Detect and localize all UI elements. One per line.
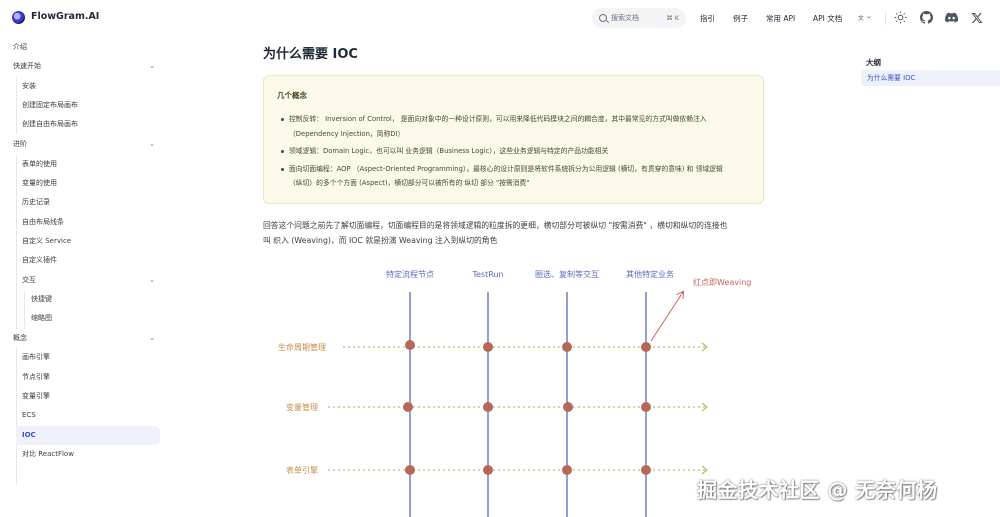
watermark: 掘金技术社区 @ 无奈何杨 [697, 478, 938, 502]
column-label-testrun: TestRun [471, 270, 503, 279]
column-label-interaction: 圈选、复制等交互 [535, 269, 599, 279]
tip-item-aop: 面向切面编程：AOP （Aspect-Oriented Programming）… [281, 162, 751, 191]
annotation-arrow [650, 292, 683, 342]
brand-name[interactable]: FlowGram.AI [31, 11, 99, 22]
sidebar-group-concepts[interactable]: 概念 ⌄ [0, 329, 170, 348]
concepts-tip-box: 几个概念 控制反转： Inversion of Control， 是面向对象中的… [263, 75, 764, 204]
weaving-dot [483, 342, 493, 352]
ioc-weaving-diagram: 特定流程节点 TestRun 圈选、复制等交互 其他特定业务 生命周期管理 变量… [278, 269, 751, 517]
sidebar-item-intro[interactable]: 介绍 [0, 38, 170, 57]
top-header: FlowGram.AI 搜索文档 ⌘ K 指引 例子 常用 API API 文档… [0, 0, 1000, 36]
weaving-dot [562, 342, 572, 352]
chevron-down-icon: ⌄ [149, 334, 155, 342]
page-title: 为什么需要 IOC [263, 47, 358, 62]
weaving-dot [641, 402, 651, 412]
search-icon [599, 14, 607, 22]
sidebar-item-install[interactable]: 安装 [0, 77, 170, 96]
sidebar-item-minimap[interactable]: 缩略图 [0, 309, 170, 328]
sidebar-group-interaction[interactable]: 交互 ⌄ [0, 271, 170, 290]
sidebar-item-ecs[interactable]: ECS [0, 406, 170, 425]
sidebar-item-variable-engine[interactable]: 变量引擎 [0, 387, 170, 406]
sidebar-item-fixed-layout[interactable]: 创建固定布局画布 [0, 96, 170, 115]
sidebar-item-custom-service[interactable]: 自定义 Service [0, 232, 170, 251]
weaving-dot [405, 340, 415, 350]
github-icon[interactable] [920, 11, 933, 24]
search-shortcut: ⌘ K [666, 14, 679, 22]
column-label-node: 特定流程节点 [386, 269, 434, 279]
discord-icon[interactable] [945, 11, 958, 24]
flowgram-logo-icon[interactable] [12, 11, 25, 24]
sidebar-item-history[interactable]: 历史记录 [0, 193, 170, 212]
sidebar-item-lines[interactable]: 自由布局线条 [0, 213, 170, 232]
outline-title: 大纲 [866, 58, 881, 67]
annotation-label: 红点即Weaving [693, 277, 751, 287]
sidebar-item-canvas-engine[interactable]: 画布引擎 [0, 348, 170, 367]
tip-item-domain-logic: 领域逻辑：Domain Logic，也可以叫 业务逻辑（Business Log… [281, 144, 751, 159]
tip-title: 几个概念 [277, 91, 307, 100]
translate-icon[interactable]: 文 [858, 11, 871, 24]
chevron-down-icon: ⌄ [149, 62, 155, 70]
sidebar-group-quickstart[interactable]: 快速开始 ⌄ [0, 57, 170, 76]
sidebar-item-node-engine[interactable]: 节点引擎 [0, 368, 170, 387]
sidebar-item-custom-plugin[interactable]: 自定义插件 [0, 251, 170, 270]
nav-api-docs[interactable]: API 文档 [813, 13, 842, 24]
row-label-lifecycle: 生命周期管理 [278, 342, 326, 352]
chevron-down-icon: ⌄ [149, 276, 155, 284]
sidebar-item-shortcuts[interactable]: 快捷键 [0, 290, 170, 309]
weaving-dot [403, 402, 413, 412]
header-divider [885, 12, 886, 25]
weaving-dot [483, 402, 493, 412]
row-label-variable: 变量管理 [286, 402, 318, 412]
weaving-dot [641, 342, 651, 352]
sidebar-item-ioc[interactable]: IOC [16, 426, 160, 445]
weaving-dot [483, 465, 493, 475]
weaving-dot [563, 402, 573, 412]
sidebar-group-advanced[interactable]: 进阶 ⌄ [0, 135, 170, 154]
row-label-form: 表单引擎 [286, 465, 318, 475]
nav-guide[interactable]: 指引 [700, 13, 715, 24]
sidebar: 介绍 快速开始 ⌄ 安装 创建固定布局画布 创建自由布局画布 进阶 ⌄ 表单的使用 … [0, 36, 170, 517]
intro-paragraph: 回答这个问题之前先了解切面编程，切面编程目的是将领域逻辑的粒度拆的更细，横切部分… [263, 221, 728, 245]
sidebar-item-variable[interactable]: 变量的使用 [0, 174, 170, 193]
nav-common-api[interactable]: 常用 API [766, 13, 795, 24]
tip-item-ioc: 控制反转： Inversion of Control， 是面向对象中的一种设计原… [281, 112, 751, 141]
sidebar-item-free-layout[interactable]: 创建自由布局画布 [0, 115, 170, 134]
chevron-down-icon: ⌄ [149, 140, 155, 148]
outline-item-why-ioc[interactable]: 为什么需要 IOC [861, 70, 1000, 86]
sidebar-item-vs-reactflow[interactable]: 对比 ReactFlow [0, 445, 170, 464]
search-button[interactable]: 搜索文档 ⌘ K [592, 8, 686, 28]
sun-icon[interactable] [894, 11, 907, 24]
column-label-business: 其他特定业务 [626, 269, 674, 279]
tip-list: 控制反转： Inversion of Control， 是面向对象中的一种设计原… [281, 112, 751, 191]
weaving-dot [562, 465, 572, 475]
weaving-dot [405, 465, 415, 475]
sidebar-item-form[interactable]: 表单的使用 [0, 155, 170, 174]
nav-examples[interactable]: 例子 [733, 13, 748, 24]
x-icon[interactable] [970, 11, 983, 24]
svg-text:文: 文 [858, 14, 864, 22]
weaving-dot [641, 465, 651, 475]
search-placeholder: 搜索文档 [611, 14, 639, 22]
